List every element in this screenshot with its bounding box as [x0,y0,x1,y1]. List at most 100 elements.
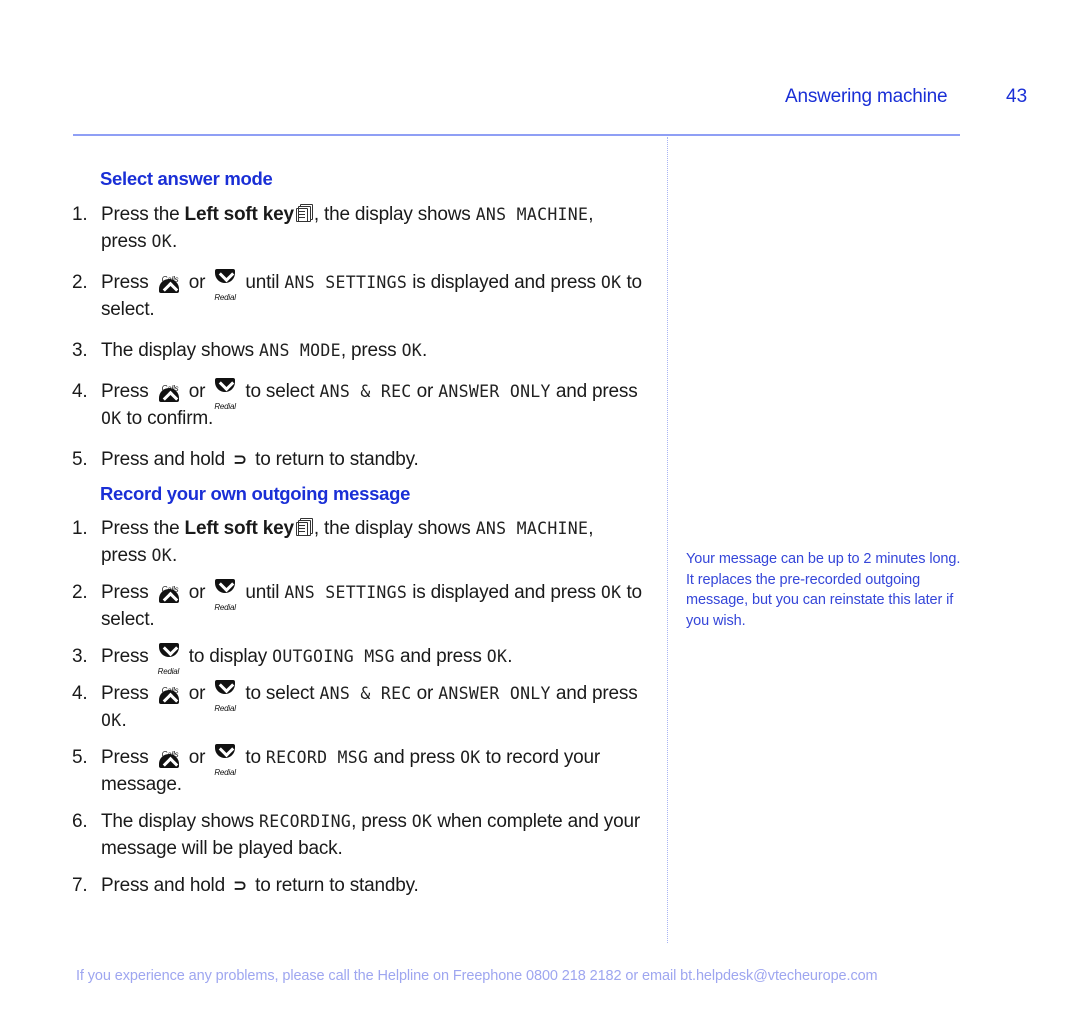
display-text: OK [151,546,173,565]
display-text: OK [411,812,433,831]
back-icon: ⊃ [233,450,248,469]
display-text: ANSWER ONLY [438,382,551,401]
display-text: OK [460,748,481,767]
step-text: to [240,747,266,768]
step-text: Press [101,272,154,293]
step-number: 2. [72,272,88,293]
step-item: 3. Press Redial to display OUTGOING MSG a… [72,640,642,676]
redial-down-icon: Redial [156,640,182,676]
display-text: RECORD MSG [265,748,369,767]
step-text: Press the [101,518,185,539]
column-divider [667,137,668,943]
step-number: 5. [72,449,88,470]
step-number: 2. [72,582,88,603]
step-number: 3. [72,646,88,667]
step-item: 6. The display shows RECORDING, press OK … [72,808,642,862]
step-number: 3. [72,340,88,361]
step-text: Press and hold [101,875,231,896]
step-text: , press [351,811,412,832]
step-text: , the display shows [313,518,476,539]
section-title: Answering machine [785,86,948,107]
left-soft-key-icon [295,204,313,222]
step-number: 1. [72,518,88,539]
display-text: ANS MACHINE [475,205,589,224]
display-text: OK [486,647,508,666]
step-text: to confirm. [121,408,214,429]
main-column: Select answer mode 1. Press the Left soft… [72,168,642,899]
calls-up-icon: Calls [156,378,182,407]
step-text: Press the [101,204,185,225]
step-number: 5. [72,747,88,768]
step-text: or [183,683,211,704]
step-text: Press [101,582,154,603]
display-text: ANS & REC [319,684,412,703]
page-header: Answering machine 43 [0,86,1080,116]
step-text: or [183,582,211,603]
redial-label: Redial [214,402,236,411]
step-text: Press [101,381,154,402]
step-number: 4. [72,381,88,402]
redial-label: Redial [214,603,236,612]
step-item: 2. Press Calls or Redial until ANS SETTIN… [72,576,642,633]
step-text: Press [101,683,154,704]
display-text: ANS MODE [258,341,341,360]
display-text: OK [600,273,622,292]
display-text: OK [151,232,173,251]
footer-helpline: If you experience any problems, please c… [76,968,878,984]
header-rule [73,134,960,136]
display-text: ANS & REC [319,382,412,401]
step-item: 2. Press Calls or Redial until ANS SETTIN… [72,266,642,323]
section-select-answer-mode: Select answer mode 1. Press the Left soft… [72,168,642,473]
step-item: 3. The display shows ANS MODE, press OK. [72,337,642,364]
step-text: and press [368,747,461,768]
step-text: and press [394,646,487,667]
steps-list: 1. Press the Left soft key , the display s… [72,515,642,899]
display-text: ANS SETTINGS [284,583,408,602]
step-text: or [183,747,211,768]
display-text: ANS MACHINE [475,519,589,538]
step-text: to select [240,381,320,402]
sidebar-note: Your message can be up to 2 minutes long… [686,551,961,629]
redial-label: Redial [214,704,236,713]
display-text: ANS SETTINGS [284,273,408,292]
step-number: 7. [72,875,88,896]
display-text: OK [401,341,423,360]
redial-label: Redial [214,293,236,302]
step-text: to return to standby. [250,449,419,470]
back-icon: ⊃ [233,876,248,895]
step-text: is displayed and press [407,582,601,603]
step-text: is displayed and press [407,272,601,293]
section-heading: Select answer mode [100,168,273,189]
step-text: or [183,381,211,402]
step-text: until [240,582,285,603]
step-text: . [172,231,178,252]
step-number: 4. [72,683,88,704]
step-item: 5. Press and hold ⊃ to return to standby. [72,446,642,473]
step-text: The display shows [101,811,259,832]
calls-up-icon: Calls [156,269,182,298]
page-number: 43 [1006,86,1028,107]
step-text: or [183,272,211,293]
step-item: 4. Press Calls or Redial to select ANS & … [72,375,642,432]
left-soft-key-icon [295,518,313,536]
step-number: 1. [72,204,88,225]
step-text: to select [240,683,320,704]
display-text: OK [101,711,122,730]
step-text: . [121,710,127,731]
calls-up-icon: Calls [156,744,182,773]
step-text: Press [101,747,154,768]
step-item: 1. Press the Left soft key , the display s… [72,201,642,255]
step-text: Press and hold [101,449,231,470]
step-text: until [240,272,285,293]
key-name: Left soft key [184,204,295,225]
display-text: OUTGOING MSG [272,647,395,666]
display-text: OK [600,583,622,602]
step-text: . [507,646,513,667]
step-text: , press [340,340,402,361]
step-text: or [411,381,439,402]
section-heading: Record your own outgoing message [100,483,411,504]
step-text: and press [550,683,638,704]
key-name: Left soft key [184,518,295,539]
calls-up-icon: Calls [156,579,182,608]
step-item: 7. Press and hold ⊃ to return to standby. [72,872,642,899]
